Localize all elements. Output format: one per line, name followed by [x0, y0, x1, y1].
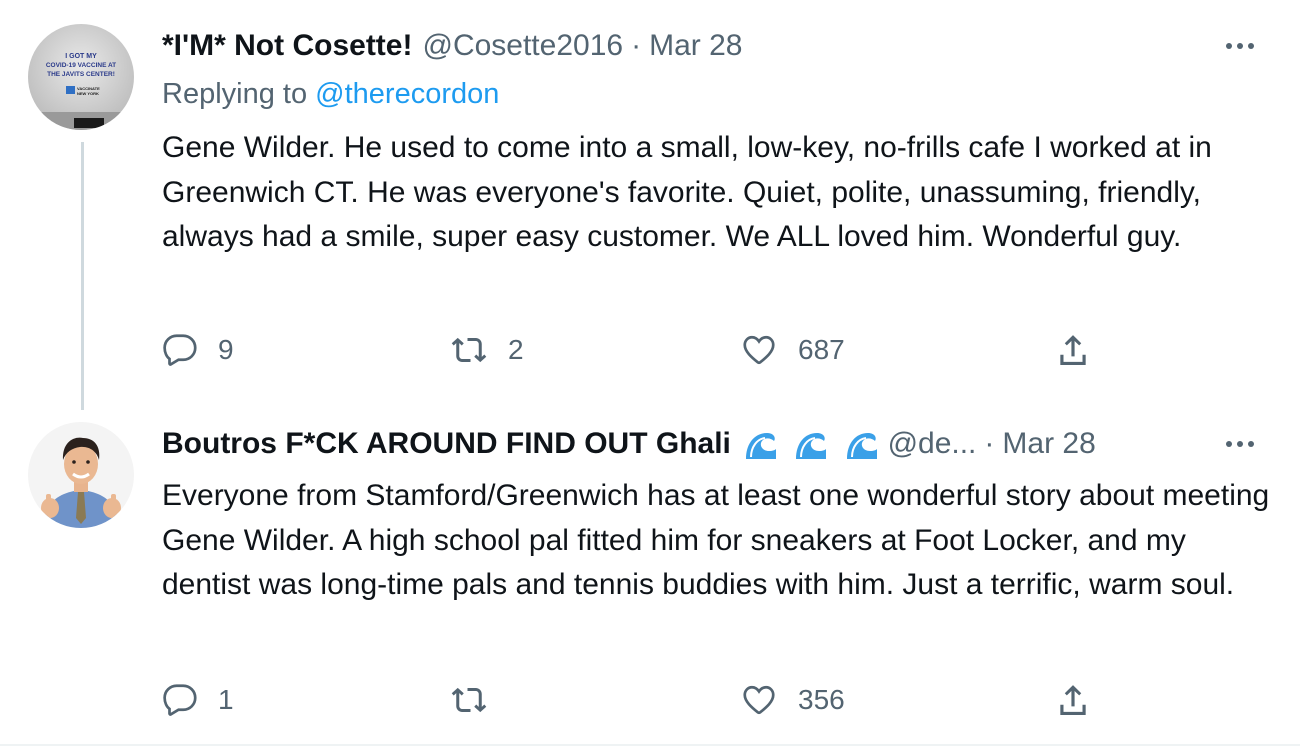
reply-icon	[163, 334, 197, 366]
tweet-header: Boutros F*CK AROUND FIND OUT Ghali @de..…	[162, 422, 1096, 466]
reply-button[interactable]: 9	[162, 330, 234, 370]
replying-to: Replying to @therecordon	[162, 78, 499, 111]
separator-dot: ·	[631, 29, 642, 62]
avatar-sticker-text-1: I GOT MY	[65, 53, 97, 60]
water-wave-emoji-icon	[796, 433, 827, 460]
reply-count: 9	[218, 334, 234, 365]
author-name[interactable]: *I'M* Not Cosette!	[162, 29, 412, 63]
tweet-text: Everyone from Stamford/Greenwich has at …	[162, 479, 1270, 601]
reply-icon	[163, 684, 197, 716]
author-handle[interactable]: @de...	[888, 427, 977, 461]
avatar-sticker-text-2: COVID-19 VACCINE AT	[46, 62, 116, 69]
tweet-date[interactable]: Mar 28	[649, 29, 742, 63]
more-icon[interactable]	[1222, 28, 1258, 64]
avatar-man-thumbs-up-image	[28, 422, 134, 528]
tweet-actions: 9 2 687	[162, 330, 1262, 370]
like-button[interactable]: 356	[740, 680, 845, 720]
author-name-emojis	[735, 427, 878, 461]
heart-icon	[743, 335, 775, 365]
author-handle[interactable]: @Cosette2016	[422, 29, 623, 63]
water-wave-emoji-icon	[745, 433, 776, 460]
share-button[interactable]	[1054, 680, 1092, 720]
replying-mention-link[interactable]: @therecordon	[315, 78, 499, 110]
avatar-sticker-text-3: THE JAVITS CENTER!	[47, 71, 115, 78]
tweet-boutros[interactable]: Boutros F*CK AROUND FIND OUT Ghali @de..…	[0, 412, 1300, 748]
timeline-divider	[0, 744, 1300, 746]
avatar[interactable]: I GOT MY COVID-19 VACCINE AT THE JAVITS …	[28, 24, 134, 130]
retweet-icon	[451, 687, 487, 713]
like-count: 356	[798, 684, 845, 715]
retweet-button[interactable]: 2	[450, 330, 524, 370]
author-name[interactable]: Boutros F*CK AROUND FIND OUT Ghali	[162, 427, 731, 461]
replying-prefix: Replying to	[162, 78, 308, 110]
separator-dot: ·	[984, 427, 995, 460]
like-button[interactable]: 687	[740, 330, 845, 370]
heart-icon	[743, 685, 775, 715]
retweet-button[interactable]	[450, 680, 508, 720]
tweet-header: *I'M* Not Cosette! @Cosette2016 · Mar 28	[162, 24, 742, 68]
share-icon	[1060, 335, 1086, 366]
tweet-date[interactable]: Mar 28	[1002, 427, 1095, 461]
tweet-text: Gene Wilder. He used to come into a smal…	[162, 131, 1212, 253]
share-button[interactable]	[1054, 330, 1092, 370]
retweet-icon	[451, 337, 487, 363]
tweet-actions: 1 356	[162, 680, 1262, 720]
avatar-sticker-text-5: NEW YORK	[77, 91, 99, 96]
tweet-cosette2016[interactable]: I GOT MY COVID-19 VACCINE AT THE JAVITS …	[0, 0, 1300, 412]
more-icon[interactable]	[1222, 426, 1258, 462]
reply-button[interactable]: 1	[162, 680, 234, 720]
avatar[interactable]	[28, 422, 134, 528]
like-count: 687	[798, 334, 845, 365]
avatar-vaccine-sticker-image: I GOT MY COVID-19 VACCINE AT THE JAVITS …	[28, 24, 134, 130]
share-icon	[1060, 685, 1086, 716]
retweet-count: 2	[508, 334, 524, 365]
water-wave-emoji-icon	[846, 433, 877, 460]
reply-count: 1	[218, 684, 234, 715]
